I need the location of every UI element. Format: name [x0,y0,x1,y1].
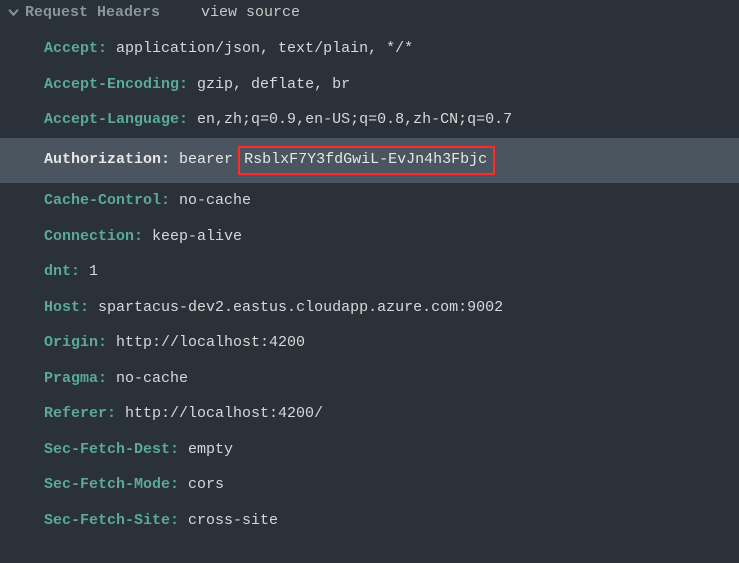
header-value: no-cache [116,370,188,387]
header-row[interactable]: Connection: keep-alive [0,219,739,255]
header-row[interactable]: Sec-Fetch-Site: cross-site [0,503,739,539]
header-row[interactable]: Authorization: bearer RsblxF7Y3fdGwiL-Ev… [0,138,739,184]
header-key: Authorization [44,151,161,168]
header-value: application/json, text/plain, */* [116,40,413,57]
header-value: keep-alive [152,228,242,245]
view-source-link[interactable]: view source [201,4,300,21]
header-key: Connection [44,228,134,245]
header-value: en,zh;q=0.9,en-US;q=0.8,zh-CN;q=0.7 [197,111,512,128]
colon: : [98,40,116,57]
header-value: cors [188,476,224,493]
chevron-down-icon[interactable] [8,7,19,18]
header-key: Accept-Language [44,111,179,128]
colon: : [179,111,197,128]
header-value: http://localhost:4200/ [125,405,323,422]
colon: : [134,228,152,245]
header-key: Referer [44,405,107,422]
header-row[interactable]: Host: spartacus-dev2.eastus.cloudapp.azu… [0,290,739,326]
header-key: Pragma [44,370,98,387]
header-row[interactable]: Sec-Fetch-Mode: cors [0,467,739,503]
colon: : [161,151,179,168]
colon: : [98,370,116,387]
header-key: Host [44,299,80,316]
header-row[interactable]: Referer: http://localhost:4200/ [0,396,739,432]
header-key: Origin [44,334,98,351]
colon: : [107,405,125,422]
header-value: no-cache [179,192,251,209]
header-value: cross-site [188,512,278,529]
colon: : [170,476,188,493]
colon: : [179,76,197,93]
header-value: spartacus-dev2.eastus.cloudapp.azure.com… [98,299,503,316]
header-row[interactable]: Accept: application/json, text/plain, */… [0,31,739,67]
colon: : [98,334,116,351]
header-row[interactable]: Accept-Encoding: gzip, deflate, br [0,67,739,103]
colon: : [80,299,98,316]
header-row[interactable]: Cache-Control: no-cache [0,183,739,219]
header-row[interactable]: Sec-Fetch-Dest: empty [0,432,739,468]
header-value: bearer [179,151,242,168]
header-key: Cache-Control [44,192,161,209]
header-value: 1 [89,263,98,280]
colon: : [71,263,89,280]
headers-list: Accept: application/json, text/plain, */… [0,31,739,538]
header-row[interactable]: Pragma: no-cache [0,361,739,397]
header-value: gzip, deflate, br [197,76,350,93]
header-value: http://localhost:4200 [116,334,305,351]
header-key: Accept-Encoding [44,76,179,93]
colon: : [170,512,188,529]
header-key: dnt [44,263,71,280]
header-key: Accept [44,40,98,57]
header-row[interactable]: dnt: 1 [0,254,739,290]
header-row[interactable]: Origin: http://localhost:4200 [0,325,739,361]
header-key: Sec-Fetch-Site [44,512,170,529]
header-value: empty [188,441,233,458]
colon: : [170,441,188,458]
header-row[interactable]: Accept-Language: en,zh;q=0.9,en-US;q=0.8… [0,102,739,138]
header-key: Sec-Fetch-Dest [44,441,170,458]
section-header: Request Headers view source [0,0,739,31]
highlighted-token: RsblxF7Y3fdGwiL-EvJn4h3Fbjc [238,146,495,176]
colon: : [161,192,179,209]
section-title[interactable]: Request Headers [25,4,160,21]
header-key: Sec-Fetch-Mode [44,476,170,493]
